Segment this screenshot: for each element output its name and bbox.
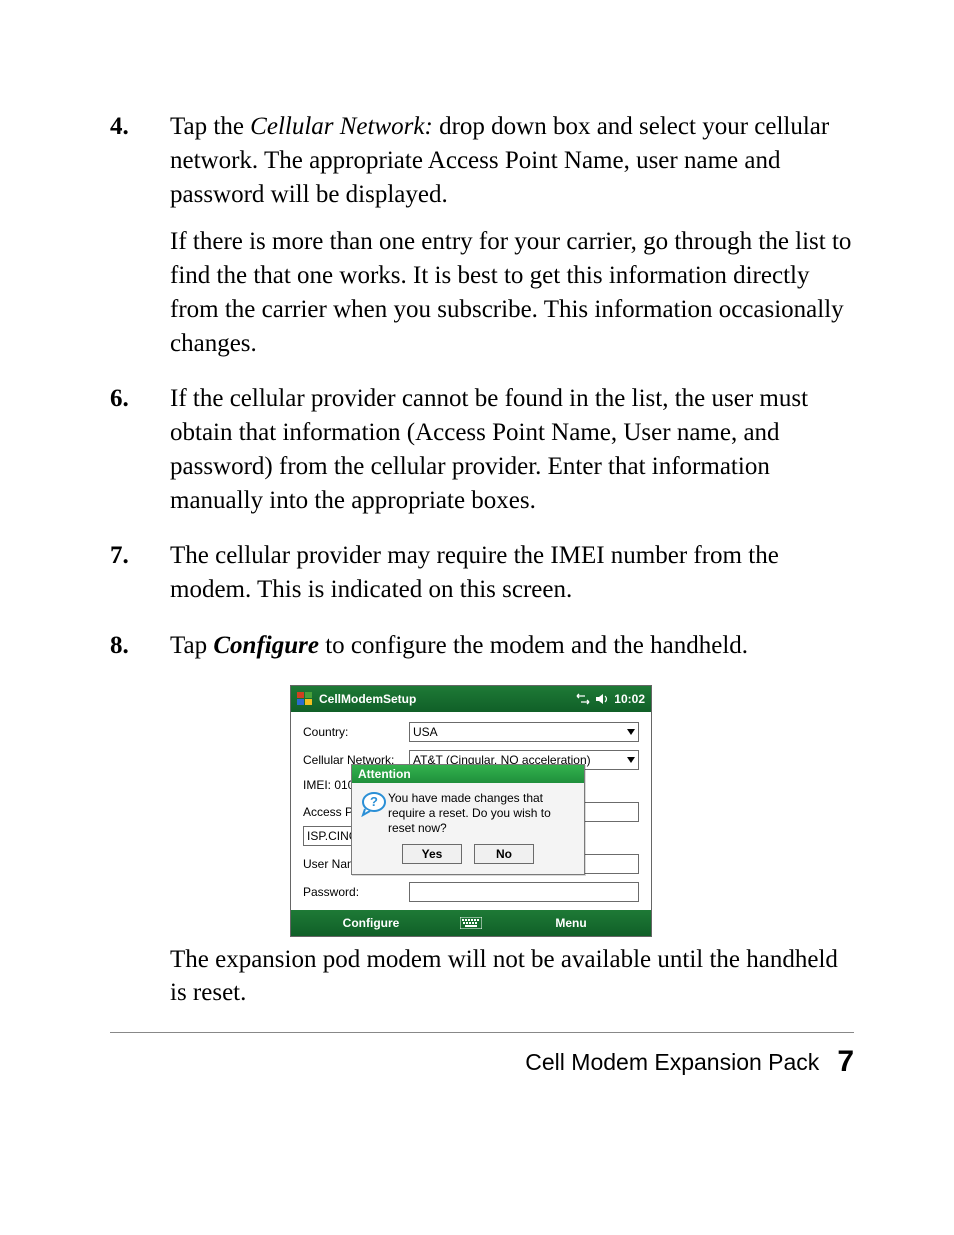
after-screenshot-text: The expansion pod modem will not be avai… — [170, 943, 854, 1011]
clock-time: 10:02 — [614, 692, 645, 706]
country-row: Country: USA — [303, 722, 639, 742]
step-4-paragraph-1: Tap the Cellular Network: drop down box … — [170, 110, 854, 211]
step-7: 7. The cellular provider may require the… — [110, 539, 854, 607]
step-7-paragraph: The cellular provider may require the IM… — [170, 539, 854, 607]
text: Tap — [170, 632, 213, 659]
window-titlebar: CellModemSetup 10:02 — [291, 686, 651, 712]
dialog-title: Attention — [352, 765, 584, 783]
step-number: 4. — [110, 110, 170, 360]
password-row: Password: — [303, 882, 639, 902]
text: to configure the modem and the handheld. — [319, 632, 748, 659]
no-button[interactable]: No — [474, 844, 534, 864]
country-label: Country: — [303, 725, 409, 739]
password-label: Password: — [303, 885, 409, 899]
windows-flag-icon — [297, 692, 313, 706]
footer-title: Cell Modem Expansion Pack — [525, 1049, 819, 1076]
step-8-paragraph: Tap Configure to configure the modem and… — [170, 629, 854, 663]
step-number: 6. — [110, 382, 170, 517]
step-6: 6. If the cellular provider cannot be fo… — [110, 382, 854, 517]
device-screenshot: CellModemSetup 10:02 — [290, 685, 854, 937]
window-title: CellModemSetup — [319, 692, 416, 706]
text: Tap the — [170, 113, 250, 140]
dialog-message: You have made changes that require a res… — [388, 791, 576, 836]
attention-dialog: Attention ? You have made changes that r… — [351, 764, 585, 875]
connection-icon — [576, 693, 590, 705]
country-value: USA — [410, 725, 624, 739]
speaker-icon — [595, 693, 609, 705]
keyboard-icon[interactable] — [451, 917, 491, 929]
footer-divider — [110, 1032, 854, 1033]
page-number: 7 — [837, 1045, 854, 1079]
bottom-bar: Configure Menu — [291, 910, 651, 936]
step-4-paragraph-2: If there is more than one entry for your… — [170, 225, 854, 360]
question-bubble-icon: ? — [360, 791, 388, 836]
password-input[interactable] — [409, 882, 639, 902]
chevron-down-icon — [624, 757, 638, 763]
bold-italic-text: Configure — [213, 632, 319, 659]
step-number: 8. — [110, 629, 170, 663]
step-8: 8. Tap Configure to configure the modem … — [110, 629, 854, 663]
step-4: 4. Tap the Cellular Network: drop down b… — [110, 110, 854, 360]
menu-softkey[interactable]: Menu — [491, 916, 651, 930]
italic-text: Cellular Network: — [250, 113, 433, 140]
step-6-paragraph: If the cellular provider cannot be found… — [170, 382, 854, 517]
configure-softkey[interactable]: Configure — [291, 916, 451, 930]
chevron-down-icon — [624, 729, 638, 735]
imei-label: IMEI: 010 — [303, 778, 354, 792]
yes-button[interactable]: Yes — [402, 844, 462, 864]
step-number: 7. — [110, 539, 170, 607]
instruction-steps: 4. Tap the Cellular Network: drop down b… — [110, 110, 854, 663]
svg-text:?: ? — [370, 794, 378, 809]
page-footer: Cell Modem Expansion Pack 7 — [110, 1045, 854, 1079]
country-combobox[interactable]: USA — [409, 722, 639, 742]
